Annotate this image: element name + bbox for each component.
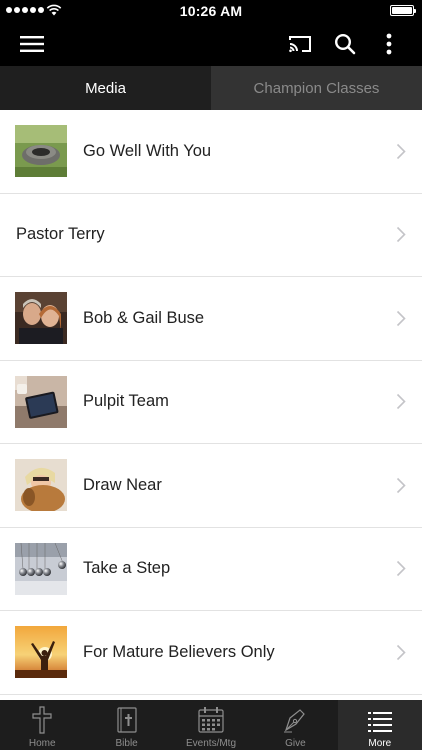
chevron-right-icon bbox=[396, 477, 406, 493]
tab-media[interactable]: Media bbox=[0, 66, 211, 110]
search-button[interactable] bbox=[325, 22, 365, 66]
battery-icon bbox=[390, 5, 416, 16]
list-item[interactable]: For Mature Believers Only bbox=[0, 611, 422, 695]
list-item-title: For Mature Believers Only bbox=[83, 642, 275, 661]
tab-give[interactable]: Give bbox=[253, 700, 337, 750]
list-item[interactable]: Pastor Terry bbox=[0, 194, 422, 277]
cast-icon bbox=[289, 36, 311, 53]
stone-well-thumbnail bbox=[15, 125, 67, 178]
app-bar bbox=[0, 22, 422, 66]
tab-give-label: Give bbox=[285, 738, 306, 749]
pen-nib-icon bbox=[284, 709, 306, 733]
calendar-icon bbox=[198, 707, 224, 733]
sunset-arms-thumbnail bbox=[15, 626, 67, 679]
chevron-right-icon bbox=[396, 310, 406, 326]
chevron-right-icon bbox=[396, 644, 406, 660]
segment-tabs: Media Champion Classes bbox=[0, 66, 422, 110]
cast-button[interactable] bbox=[280, 22, 320, 66]
newtons-cradle-thumbnail bbox=[15, 542, 67, 595]
tab-bible-label: Bible bbox=[115, 738, 138, 749]
chevron-right-icon bbox=[396, 394, 406, 410]
tablet-desk-thumbnail bbox=[15, 375, 67, 428]
tab-bible[interactable]: Bible bbox=[84, 700, 168, 750]
list-item-title: Draw Near bbox=[83, 475, 162, 494]
status-time: 10:26 AM bbox=[179, 3, 243, 19]
tab-home-label: Home bbox=[28, 738, 56, 749]
tab-home[interactable]: Home bbox=[0, 700, 84, 750]
cross-icon bbox=[32, 706, 52, 734]
list-item[interactable]: Take a Step bbox=[0, 528, 422, 611]
bible-icon bbox=[117, 707, 137, 733]
list-item-title: Pulpit Team bbox=[83, 392, 169, 411]
list-item[interactable]: Pulpit Team bbox=[0, 361, 422, 444]
list-item[interactable]: Bob & Gail Buse bbox=[0, 277, 422, 361]
chevron-right-icon bbox=[396, 227, 406, 243]
status-bar: 10:26 AM bbox=[0, 0, 422, 22]
menu-button[interactable] bbox=[12, 22, 52, 66]
list-item-title: Go Well With You bbox=[83, 141, 212, 160]
tab-more[interactable]: More bbox=[337, 700, 422, 750]
more-options-button[interactable] bbox=[369, 22, 409, 66]
tab-champion-classes[interactable]: Champion Classes bbox=[211, 66, 422, 110]
bottom-tab-bar: Home Bible Events/Mtg Give More bbox=[0, 700, 422, 750]
list-item-title: Pastor Terry bbox=[16, 225, 105, 244]
menu-icon bbox=[20, 36, 44, 52]
tab-more-label: More bbox=[368, 738, 392, 749]
list-item[interactable]: Draw Near bbox=[0, 444, 422, 528]
tab-events[interactable]: Events/Mtg bbox=[169, 700, 253, 750]
list-item-title: Take a Step bbox=[83, 559, 171, 578]
list-item-title: Bob & Gail Buse bbox=[83, 308, 205, 327]
tab-events-label: Events/Mtg bbox=[186, 738, 237, 749]
list-icon bbox=[367, 712, 392, 732]
couple-photo-thumbnail bbox=[15, 292, 67, 345]
woman-dog-thumbnail bbox=[15, 459, 67, 512]
list-item[interactable]: Go Well With You bbox=[0, 110, 422, 194]
more-vertical-icon bbox=[386, 33, 392, 55]
media-list: Go Well With You Pastor Terry Bob & Gail… bbox=[0, 110, 422, 700]
search-icon bbox=[334, 33, 356, 55]
chevron-right-icon bbox=[396, 561, 406, 577]
chevron-right-icon bbox=[396, 143, 406, 159]
